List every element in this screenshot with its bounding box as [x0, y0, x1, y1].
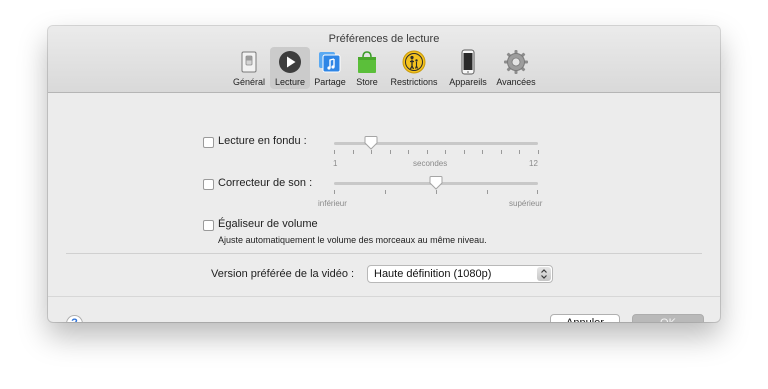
crossfade-tick [519, 150, 520, 154]
video-version-select[interactable]: Haute définition (1080p) [367, 265, 553, 283]
sound-check-tick [334, 190, 335, 194]
gear-icon [504, 50, 528, 74]
crossfade-tick [408, 150, 409, 154]
tab-store[interactable]: Store [350, 47, 384, 89]
iphone-device-icon [461, 49, 475, 75]
crossfade-label: Lecture en fondu : [218, 135, 307, 147]
tab-general[interactable]: Général [228, 47, 270, 89]
music-share-icon [319, 52, 341, 73]
crossfade-tick [501, 150, 502, 154]
crossfade-tick [371, 150, 372, 154]
parental-restriction-icon [402, 50, 426, 74]
tab-restrictions[interactable]: Restrictions [384, 47, 444, 89]
volume-eq-description: Ajuste automatiquement le volume des mor… [218, 235, 487, 245]
tab-partage[interactable]: Partage [310, 47, 350, 89]
preferences-window: Préférences de lecture Général Lecture P… [48, 26, 720, 322]
divider [66, 253, 702, 254]
crossfade-tick [390, 150, 391, 154]
footer-divider [48, 296, 720, 297]
crossfade-tick [464, 150, 465, 154]
crossfade-tick [353, 150, 354, 154]
crossfade-tick [445, 150, 446, 154]
crossfade-max-label: 12 [529, 159, 538, 168]
help-button[interactable]: ? [66, 315, 83, 322]
tab-avancees-label: Avancées [496, 77, 536, 87]
tab-partage-label: Partage [314, 77, 346, 87]
crossfade-min-label: 1 [333, 159, 338, 168]
crossfade-unit-label: secondes [413, 159, 448, 168]
sound-check-label: Correcteur de son : [218, 177, 313, 189]
volume-eq-checkbox[interactable] [203, 220, 214, 231]
ok-button[interactable]: OK [632, 314, 704, 322]
volume-eq-label: Égaliseur de volume [218, 218, 318, 230]
tab-general-label: Général [232, 77, 266, 87]
crossfade-slider-knob[interactable] [364, 136, 378, 150]
sound-check-min-label: inférieur [318, 199, 347, 208]
crossfade-tick [538, 150, 539, 154]
crossfade-tick [427, 150, 428, 154]
video-version-value: Haute définition (1080p) [374, 268, 492, 280]
tab-appareils[interactable]: Appareils [444, 47, 492, 89]
chevron-updown-icon [537, 267, 551, 281]
tab-appareils-label: Appareils [449, 77, 487, 87]
sound-check-tick [436, 190, 437, 194]
sound-check-tick [487, 190, 488, 194]
sound-check-max-label: supérieur [509, 199, 543, 208]
sound-check-slider-knob[interactable] [429, 176, 443, 190]
cancel-button[interactable]: Annuler [550, 314, 620, 322]
preferences-content: Lecture en fondu : 1 secondes 12 Correct… [48, 93, 720, 322]
tab-lecture-label: Lecture [274, 77, 306, 87]
crossfade-checkbox[interactable] [203, 137, 214, 148]
crossfade-tick [482, 150, 483, 154]
sound-check-tick [385, 190, 386, 194]
general-switch-icon [241, 51, 257, 73]
sound-check-tick [537, 190, 538, 194]
sound-check-checkbox[interactable] [203, 179, 214, 190]
toolbar: Préférences de lecture Général Lecture P… [48, 26, 720, 93]
video-version-label: Version préférée de la vidéo : [211, 268, 355, 280]
tab-store-label: Store [356, 77, 378, 87]
tab-restrictions-label: Restrictions [390, 77, 438, 87]
tab-avancees[interactable]: Avancées [492, 47, 540, 89]
crossfade-tick [334, 150, 335, 154]
store-bag-icon [358, 51, 376, 73]
play-icon [279, 51, 301, 73]
window-title: Préférences de lecture [328, 33, 440, 45]
tab-lecture[interactable]: Lecture [270, 47, 310, 89]
